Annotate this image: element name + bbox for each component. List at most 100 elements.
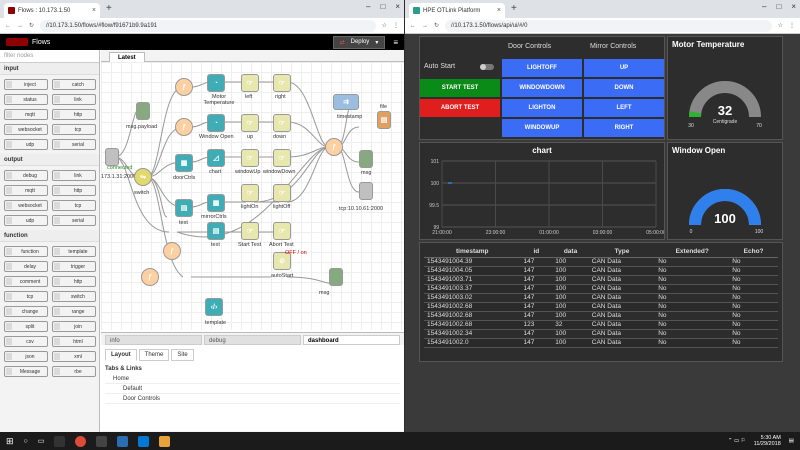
text-node-2[interactable]: ▤	[207, 222, 225, 240]
browser-tab-flows[interactable]: Flows : 10.173.1.50 ×	[4, 3, 100, 18]
minimize-icon[interactable]: –	[366, 2, 370, 11]
palette-node-inject[interactable]: inject	[4, 79, 48, 90]
window-open-gauge-node[interactable]: ◔	[207, 114, 225, 132]
mirror-button-up[interactable]: UP	[584, 59, 664, 77]
sidebar-tab-dashboard[interactable]: dashboard	[303, 335, 400, 345]
start-test-node[interactable]: ☞	[241, 222, 259, 240]
door-button-windowup[interactable]: WINDOWUP	[502, 119, 582, 137]
palette-node-comment[interactable]: comment	[4, 276, 48, 287]
palette-node-html[interactable]: html	[52, 336, 96, 347]
forward-icon[interactable]: →	[422, 23, 428, 29]
close-window-icon[interactable]: ×	[791, 2, 796, 11]
palette-node-websocket[interactable]: websocket	[4, 124, 48, 135]
tree-item[interactable]: Default	[105, 384, 400, 394]
abort-test-button[interactable]: ABORT TEST	[420, 99, 500, 117]
table-header[interactable]: id	[520, 247, 553, 258]
task-view-icon[interactable]: ▭	[38, 437, 45, 445]
palette-node-http[interactable]: http	[52, 185, 96, 196]
palette-node-udp[interactable]: udp	[4, 139, 48, 150]
palette-node-http[interactable]: http	[52, 276, 96, 287]
palette-filter-input[interactable]: filter nodes	[0, 50, 99, 63]
debug-node-msg-1[interactable]	[359, 150, 373, 168]
palette-node-udp[interactable]: udp	[4, 215, 48, 226]
taskbar-app-5-icon[interactable]	[138, 435, 150, 447]
palette-node-serial[interactable]: serial	[52, 215, 96, 226]
left-node[interactable]: ☞	[241, 74, 259, 92]
function-node-3[interactable]: ƒ	[163, 242, 181, 260]
hamburger-menu-icon[interactable]: ≡	[393, 38, 398, 47]
palette-node-template[interactable]: template	[52, 246, 96, 257]
window-down-node[interactable]: ☞	[273, 149, 291, 167]
palette-node-link[interactable]: link	[52, 94, 96, 105]
tree-item[interactable]: Door Controls	[105, 394, 400, 404]
palette-node-debug[interactable]: debug	[4, 170, 48, 181]
sidebar-tab-info[interactable]: info	[105, 335, 202, 345]
table-header[interactable]: Type	[588, 247, 656, 258]
palette-node-csv[interactable]: csv	[4, 336, 48, 347]
debug-node-msg-2[interactable]	[329, 268, 343, 286]
mirror-button-left[interactable]: LEFT	[584, 99, 664, 117]
function-node-1[interactable]: ƒ	[175, 78, 193, 96]
forward-icon[interactable]: →	[17, 23, 23, 29]
palette-node-trigger[interactable]: trigger	[52, 261, 96, 272]
door-ctrls-node[interactable]: ▦	[175, 154, 193, 172]
reload-icon[interactable]: ↻	[29, 22, 34, 29]
notifications-icon[interactable]: ▤	[789, 438, 794, 444]
palette-node-json[interactable]: json	[4, 351, 48, 362]
palette-node-mqtt[interactable]: mqtt	[4, 109, 48, 120]
palette-node-tcp[interactable]: tcp	[52, 200, 96, 211]
search-icon[interactable]: ○	[24, 438, 28, 445]
maximize-icon[interactable]: □	[776, 2, 781, 11]
file-explorer-icon[interactable]	[159, 435, 171, 447]
taskbar-app-1-icon[interactable]	[54, 435, 66, 447]
template-node[interactable]: ‹/›	[205, 298, 223, 316]
reload-icon[interactable]: ↻	[434, 22, 439, 29]
tcp-out-node[interactable]	[359, 182, 373, 200]
browser-menu-icon[interactable]: ⋮	[393, 22, 399, 29]
close-tab-icon[interactable]: ×	[92, 7, 96, 14]
close-tab-icon[interactable]: ×	[497, 7, 501, 14]
function-node-2[interactable]: ƒ	[175, 118, 193, 136]
url-field[interactable]: //10.173.1.50/flows/#flow/f91671b9.9a191	[40, 19, 376, 32]
palette-node-tcp[interactable]: tcp	[52, 124, 96, 135]
down-node[interactable]: ☞	[273, 114, 291, 132]
start-test-button[interactable]: START TEST	[420, 79, 500, 97]
light-off-node[interactable]: ☞	[273, 184, 291, 202]
palette-node-split[interactable]: split	[4, 321, 48, 332]
text-node-1[interactable]: ▤	[175, 199, 193, 217]
windows-start-icon[interactable]: ⊞	[6, 436, 14, 447]
table-header[interactable]: Extended?	[655, 247, 730, 258]
palette-node-websocket[interactable]: websocket	[4, 200, 48, 211]
door-button-lightoff[interactable]: LIGHTOFF	[502, 59, 582, 77]
palette-node-switch[interactable]: switch	[52, 291, 96, 302]
motor-temp-gauge-node[interactable]: ◔	[207, 74, 225, 92]
sidebar-subtab-layout[interactable]: Layout	[105, 349, 137, 361]
merge-function-node[interactable]: ƒ	[325, 138, 343, 156]
sidebar-subtab-site[interactable]: Site	[171, 349, 194, 361]
palette-node-tcp[interactable]: tcp	[4, 291, 48, 302]
palette-node-http[interactable]: http	[52, 109, 96, 120]
palette-category-input[interactable]: input	[0, 63, 99, 75]
mirror-ctrls-node[interactable]: ▦	[207, 194, 225, 212]
back-icon[interactable]: ←	[410, 23, 416, 29]
star-icon[interactable]: ☆	[382, 22, 387, 29]
light-on-node[interactable]: ☞	[241, 184, 259, 202]
minimize-icon[interactable]: –	[762, 2, 766, 11]
mirror-button-right[interactable]: RIGHT	[584, 119, 664, 137]
flow-canvas[interactable]: 173.1.31:2000 connected msg.payload ⇋ sw…	[101, 62, 404, 330]
palette-node-rbe[interactable]: rbe	[52, 366, 96, 377]
tree-item[interactable]: Home	[105, 374, 400, 384]
palette-node-function[interactable]: function	[4, 246, 48, 257]
browser-menu-icon[interactable]: ⋮	[789, 22, 795, 29]
palette-node-join[interactable]: join	[52, 321, 96, 332]
palette-node-catch[interactable]: catch	[52, 79, 96, 90]
window-up-node[interactable]: ☞	[241, 149, 259, 167]
new-tab-icon[interactable]: +	[106, 3, 112, 14]
palette-node-mqtt[interactable]: mqtt	[4, 185, 48, 196]
new-tab-icon[interactable]: +	[511, 3, 517, 14]
browser-tab-dashboard[interactable]: HPE OTLink Platform ×	[409, 3, 505, 18]
file-node[interactable]: ▤	[377, 111, 391, 129]
switch-node[interactable]: ⇋	[134, 168, 152, 186]
palette-node-link[interactable]: link	[52, 170, 96, 181]
chrome-icon[interactable]	[75, 435, 87, 447]
